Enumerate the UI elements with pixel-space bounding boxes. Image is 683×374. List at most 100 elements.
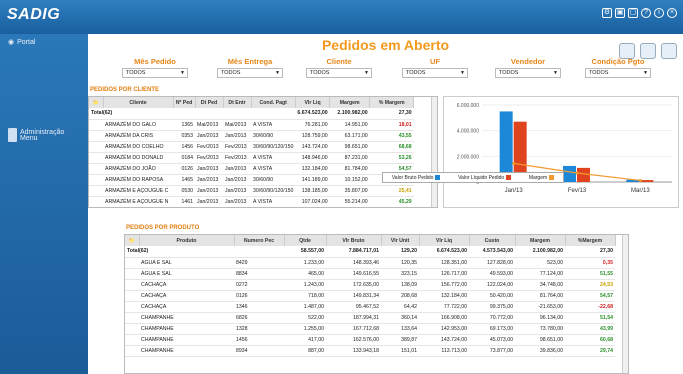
- column-header[interactable]: Vlr Liq: [295, 97, 331, 108]
- x-tick-label: Fev/13: [568, 188, 587, 194]
- section-title-products: PEDIDOS POR PRODUTO: [126, 225, 200, 231]
- sidebar-item-label: Menu: [20, 134, 38, 142]
- table-cell: 0184: [173, 152, 195, 164]
- column-header[interactable]: Numero Pec: [234, 235, 285, 246]
- column-header[interactable]: Dt Entr: [223, 97, 252, 108]
- panel-icon[interactable]: ▢: [628, 8, 638, 18]
- x-tick-label: Jan/13: [505, 188, 524, 194]
- header-row: 📁 Cliente Nº Ped Dt Ped Dt Entr Cond. Pagt Vlr…: [89, 97, 415, 108]
- table-cell: Mai/2013: [195, 119, 223, 131]
- info-icon[interactable]: i: [654, 8, 664, 18]
- column-header[interactable]: Cliente: [103, 97, 174, 108]
- close-icon[interactable]: ×: [667, 8, 677, 18]
- table-row[interactable]: ARMAZÉM DO RAPOSA 1465 Jan/2013 Jan/2013 30/…: [89, 174, 414, 186]
- column-header[interactable]: Vlr Bruto: [326, 235, 382, 246]
- table-cell: 133,64: [381, 323, 419, 335]
- column-header[interactable]: Nº Ped: [173, 97, 196, 108]
- chevron-down-icon: ▼: [553, 70, 558, 76]
- table-cell: Fev/2013: [195, 141, 223, 153]
- table-row[interactable]: CHAMPANHE 1456 417,00 162.576,00 389,87 143.7…: [125, 334, 615, 346]
- table-cell: 417,00: [284, 334, 326, 346]
- total-row[interactable]: Total(62) 58.557,00 7.884.717,01 129,20 6.67…: [125, 246, 615, 258]
- table-cell: 58.557,00: [284, 246, 326, 258]
- table-cell: 128.351,00: [419, 257, 469, 269]
- legend-swatch: [549, 174, 555, 180]
- sidebar-item-portal[interactable]: ◉ Portal: [8, 38, 35, 47]
- table-row[interactable]: ARMAZÉM DO JOÃO 0126 Jan/2013 Jan/2013 A VIS…: [89, 163, 414, 175]
- filter-select[interactable]: TODOS ▼: [495, 68, 561, 78]
- table-row[interactable]: ARMAZÉM DA CRIS 0353 Jan/2013 Jan/2013 30/60…: [89, 130, 414, 142]
- column-header[interactable]: Qtde: [284, 235, 327, 246]
- table-cell: 8834: [234, 268, 284, 280]
- table-cell: Jan/2013: [223, 130, 251, 142]
- column-header[interactable]: Vlr Liq: [419, 235, 470, 246]
- table-cell: 60,68: [565, 334, 615, 346]
- table-cell: CHAMPANHE: [139, 334, 234, 346]
- table-row[interactable]: CHAMPANHE 6826 522,00 187.994,31 360,14 166.9…: [125, 312, 615, 324]
- table-cell: 151,01: [381, 345, 419, 357]
- table-cell: 30/60/90/120/150: [251, 141, 296, 153]
- table-row[interactable]: ARMAZÉM E AÇOUGUE C 0530 Jan/2013 Jan/2013 3…: [89, 185, 414, 197]
- table-cell: 51,55: [565, 268, 615, 280]
- table-cell: 4.573.543,00: [469, 246, 515, 258]
- table-cell: 98.651,00: [329, 141, 370, 153]
- share-icon[interactable]: [661, 43, 677, 59]
- table-cell: 39.836,00: [515, 345, 565, 357]
- table-row[interactable]: AGUA E SAL 8429 1.233,00 148.393,46 120,35 12…: [125, 257, 615, 269]
- table-row[interactable]: ARMAZÉM E AÇOUGUE N 1461 Jan/2013 Jan/2013 A…: [89, 196, 414, 207]
- table-cell: 81.784,00: [329, 163, 370, 175]
- table-row[interactable]: CACHAÇA 0272 1.243,00 172.635,00 138,09 156.7…: [125, 279, 615, 291]
- settings-icon[interactable]: ⚙: [602, 8, 612, 18]
- filter-label: UF: [430, 57, 440, 66]
- table-row[interactable]: CACHAÇA 1346 1.487,00 95.467,52 64,42 77.722,…: [125, 301, 615, 313]
- filter-4: Vendedor TODOS ▼: [495, 57, 561, 78]
- table-cell: 187.994,31: [326, 312, 381, 324]
- column-header[interactable]: % Margem: [369, 97, 415, 108]
- table-cell: 1346: [234, 301, 284, 313]
- column-header[interactable]: Vlr Unit: [381, 235, 420, 246]
- table-cell: CACHAÇA: [139, 301, 234, 313]
- table-row[interactable]: CACHAÇA 0126 718,00 149.831,34 208,68 132.184…: [125, 290, 615, 302]
- filter-label: Cliente: [326, 57, 352, 66]
- table-row[interactable]: CHAMPANHE 1328 1.255,00 167.712,68 133,64 142…: [125, 323, 615, 335]
- scrollbar[interactable]: [622, 235, 628, 373]
- total-row[interactable]: Total(62) 6.674.523,00 2.100.982,00 27,30: [89, 108, 414, 120]
- filter-select[interactable]: TODOS ▼: [585, 68, 651, 78]
- table-cell: 120,35: [381, 257, 419, 269]
- main-content: Pedidos em Aberto PEDIDOS POR CLIENTE 📁 C…: [88, 34, 683, 374]
- column-header[interactable]: Margem: [329, 97, 371, 108]
- filter-select[interactable]: TODOS ▼: [402, 68, 468, 78]
- table-cell: [173, 108, 195, 120]
- column-header[interactable]: Margem: [515, 235, 566, 246]
- window-icon[interactable]: ▣: [615, 8, 625, 18]
- table-cell: 30/60/90/120/150: [251, 185, 296, 197]
- table-row[interactable]: ARMAZÉM DO GALO 1365 Mai/2013 Mai/2013 A VIS…: [89, 119, 414, 131]
- table-cell: Fev/2013: [195, 152, 223, 164]
- table-row[interactable]: AGUA E SAL 8834 465,00 149.616,55 323,15 126.…: [125, 268, 615, 280]
- filter-select[interactable]: TODOS ▼: [217, 68, 283, 78]
- filter-select[interactable]: TODOS ▼: [122, 68, 188, 78]
- table-cell: A VISTA: [251, 152, 296, 164]
- sidebar-item-menu[interactable]: Menu: [8, 134, 38, 142]
- legend-item: Valor Bruto Pedido: [392, 175, 441, 181]
- row-spacer: [125, 301, 139, 313]
- app-logo: SADIG: [7, 6, 61, 23]
- table-cell: 208,68: [381, 290, 419, 302]
- table-row[interactable]: CHAMPANHE 8934 887,00 133.943,18 151,01 113.7…: [125, 345, 615, 357]
- row-spacer: [89, 163, 103, 175]
- column-header[interactable]: Custo: [469, 235, 516, 246]
- table-cell: 887,00: [284, 345, 326, 357]
- table-cell: 0126: [173, 163, 195, 175]
- table-cell: 50.420,00: [469, 290, 515, 302]
- table-row[interactable]: ARMAZÉM DO DONALD 0184 Fev/2013 Fev/2013 A V…: [89, 152, 414, 164]
- help-icon[interactable]: ?: [641, 8, 651, 18]
- table-cell: 167.712,68: [326, 323, 381, 335]
- column-header[interactable]: %Margem: [565, 235, 616, 246]
- column-header[interactable]: Dt Ped: [195, 97, 224, 108]
- table-row[interactable]: ARMAZÉM DO COELHO 1456 Fev/2013 Fev/2013 30/…: [89, 141, 414, 153]
- column-header[interactable]: Cond. Pagt: [251, 97, 296, 108]
- table-cell: 27,30: [369, 108, 414, 120]
- scrollbar[interactable]: [431, 97, 437, 207]
- column-header[interactable]: Produto: [139, 235, 235, 246]
- filter-select[interactable]: TODOS ▼: [306, 68, 372, 78]
